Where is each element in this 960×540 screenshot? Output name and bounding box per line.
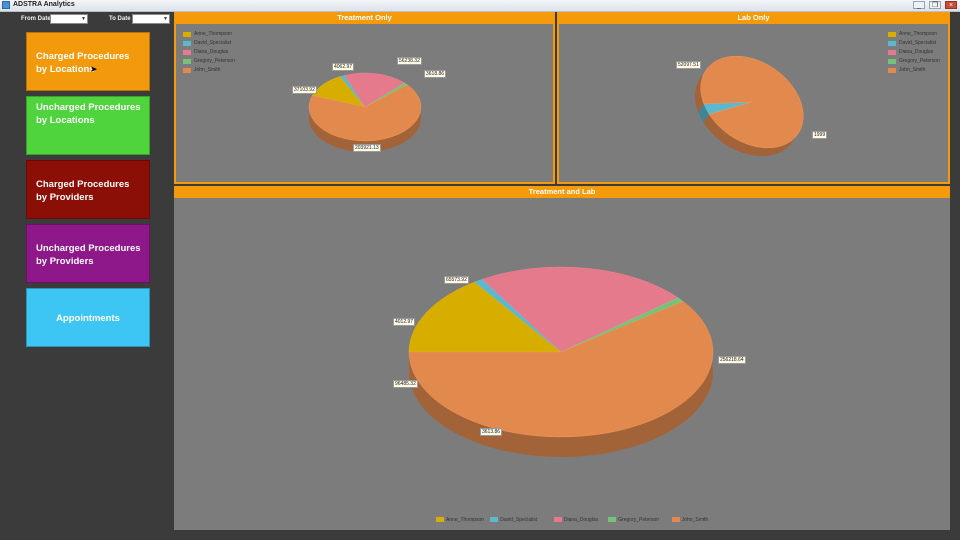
data-label-gregory-peterson: 3618.86 — [424, 70, 447, 78]
legend-swatch — [671, 517, 680, 523]
legend-label: Anne_Thompson — [446, 517, 485, 523]
chart-legend-bottom: Anne_Thompson David_Specialist Diana_Dougl… — [436, 517, 708, 525]
data-label-david-specialist: 4012.97 — [393, 318, 416, 326]
legend-item-john-smith: John_Smith — [671, 517, 709, 523]
legend-label: Gregory_Peterson — [618, 517, 660, 523]
legend-swatch — [553, 517, 562, 523]
data-label-anne-thompson: 37103.92 — [292, 86, 317, 94]
data-label-diana-douglas: 96485.32 — [393, 380, 418, 388]
legend-item-diana-douglas: Diana_Douglas — [553, 517, 599, 523]
legend-swatch — [608, 517, 617, 523]
treatment-and-lab-pie-chart — [408, 266, 714, 457]
data-label-david-specialist: 1999 — [812, 131, 828, 139]
legend-item-david-specialist: David_Specialist — [490, 517, 537, 523]
legend-label: David_Specialist — [500, 517, 538, 523]
legend-label: John_Smith — [681, 517, 709, 523]
data-label-john-smith: 256218.64 — [718, 356, 746, 364]
legend-label: Diana_Douglas — [563, 517, 599, 523]
data-label-david-specialist: 4062.97 — [332, 63, 355, 71]
data-label-gregory-peterson: 3613.86 — [480, 428, 503, 436]
legend-swatch — [436, 517, 444, 523]
legend-item-anne-thompson: Anne_Thompson — [436, 517, 484, 523]
legend-swatch — [490, 517, 499, 523]
data-label-anne-thompson: 65573.92 — [444, 276, 469, 284]
data-label-john-smith: 52097.51 — [676, 61, 701, 69]
data-label-john-smith: 203921.13 — [353, 144, 381, 152]
legend-item-gregory-peterson: Gregory_Peterson — [608, 517, 659, 523]
data-label-diana-douglas: 56238.32 — [397, 57, 422, 65]
